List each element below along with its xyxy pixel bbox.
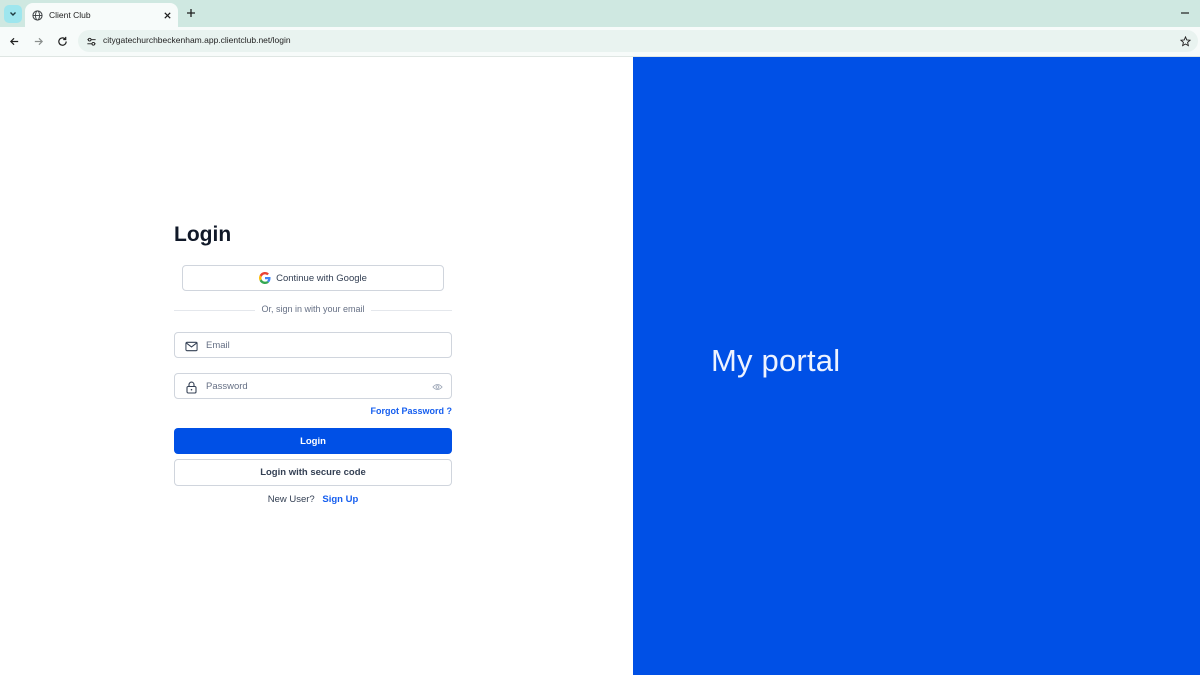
email-input[interactable]	[206, 337, 426, 354]
bookmark-button[interactable]	[1178, 34, 1192, 48]
login-title: Login	[174, 223, 232, 246]
tune-icon	[86, 37, 96, 46]
url-text: citygatechurchbeckenham.app.clientclub.n…	[103, 35, 291, 45]
tab-title: Client Club	[49, 10, 91, 20]
close-icon	[163, 11, 171, 19]
star-icon	[1179, 35, 1191, 47]
new-user-row: New User? Sign Up	[174, 494, 452, 505]
tab-search-button[interactable]	[4, 5, 22, 23]
password-field[interactable]	[174, 373, 452, 399]
continue-with-google-button[interactable]: Continue with Google	[182, 265, 444, 291]
hero-panel: My portal	[633, 57, 1200, 675]
forgot-password-link[interactable]: Forgot Password ?	[340, 406, 452, 416]
browser-tabstrip: Client Club	[0, 0, 1200, 27]
new-user-text: New User?	[267, 494, 315, 505]
back-button[interactable]	[6, 33, 22, 49]
browser-tab[interactable]: Client Club	[25, 3, 178, 27]
minimize-button[interactable]	[1178, 6, 1192, 20]
password-input[interactable]	[206, 378, 426, 395]
arrow-right-icon	[34, 37, 43, 45]
tab-close-button[interactable]	[160, 8, 174, 22]
reload-icon	[57, 36, 67, 46]
plus-icon	[187, 9, 195, 17]
portal-title: My portal	[711, 343, 841, 378]
site-info-button[interactable]	[84, 34, 98, 48]
email-field[interactable]	[174, 332, 452, 358]
reload-button[interactable]	[54, 33, 70, 49]
google-icon	[259, 272, 271, 284]
login-button[interactable]: Login	[174, 428, 452, 454]
forward-button[interactable]	[30, 33, 46, 49]
divider-text: Or, sign in with your email	[255, 304, 371, 314]
minimize-icon	[1181, 12, 1189, 14]
google-button-label: Continue with Google	[276, 272, 367, 284]
sign-up-link[interactable]: Sign Up	[322, 494, 358, 505]
mail-icon	[184, 339, 198, 353]
globe-icon	[32, 9, 43, 21]
lock-icon	[184, 380, 198, 394]
login-panel: Login Continue with Google Or, sign in w…	[0, 57, 633, 675]
show-password-toggle[interactable]	[430, 380, 444, 394]
arrow-left-icon	[9, 37, 18, 45]
address-bar[interactable]: citygatechurchbeckenham.app.clientclub.n…	[78, 30, 1198, 52]
login-with-secure-code-button[interactable]: Login with secure code	[174, 459, 452, 486]
chevron-down-icon	[10, 12, 16, 16]
browser-toolbar: citygatechurchbeckenham.app.clientclub.n…	[0, 27, 1200, 56]
eye-icon	[431, 384, 443, 390]
new-tab-button[interactable]	[184, 6, 198, 20]
email-divider: Or, sign in with your email	[174, 304, 452, 316]
page-content: Login Continue with Google Or, sign in w…	[0, 57, 1200, 675]
